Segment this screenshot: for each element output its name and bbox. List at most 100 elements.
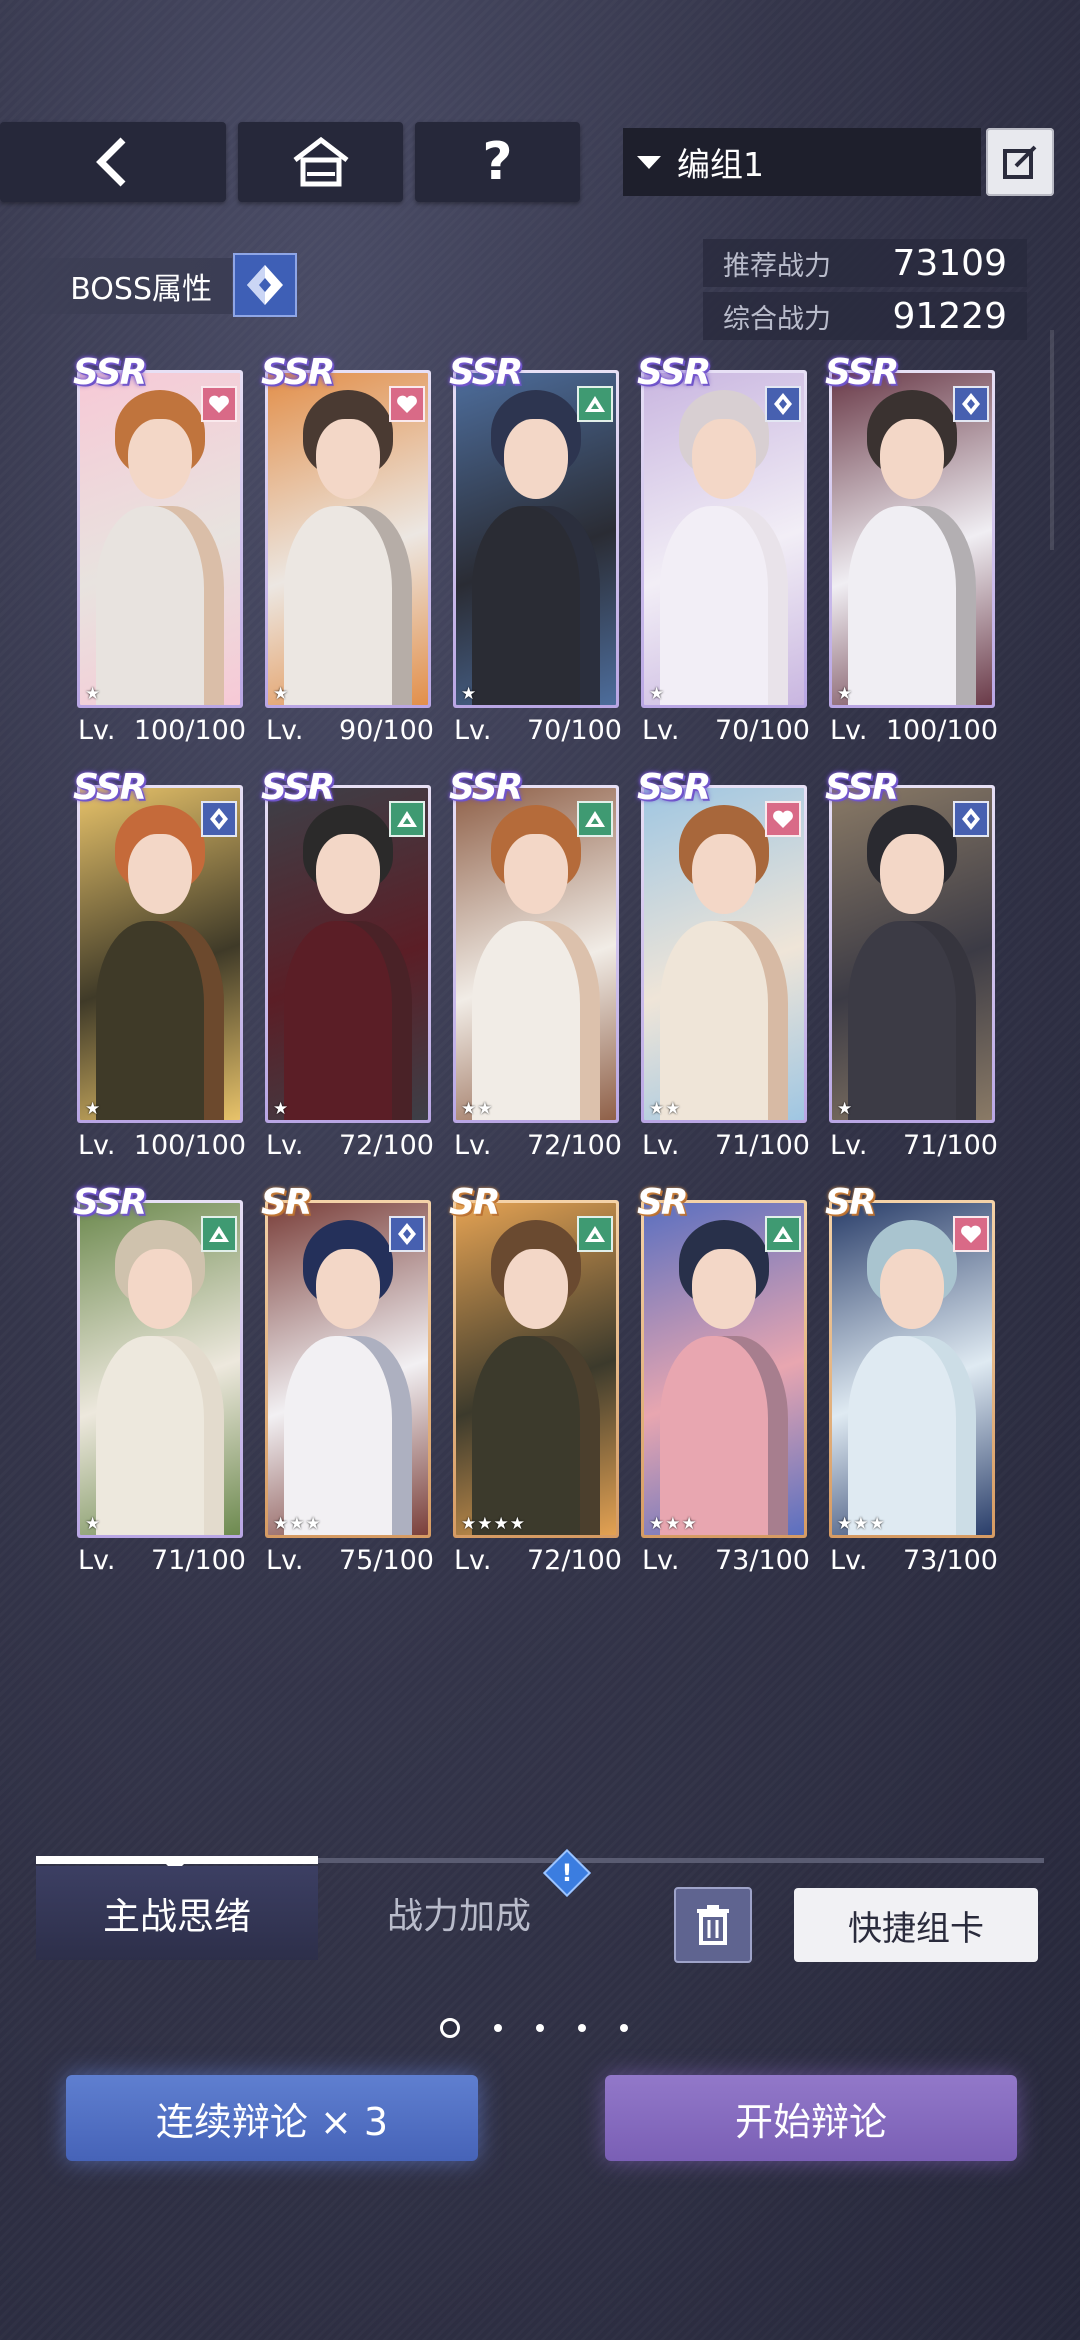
- level-label: Lv.: [454, 1130, 492, 1161]
- page-dot[interactable]: [536, 2024, 544, 2032]
- triangle-attribute-icon: [577, 801, 613, 837]
- tab-power-bonus[interactable]: 战力加成: [346, 1866, 572, 1960]
- card-level: Lv. 72/100: [454, 1545, 622, 1576]
- continuous-debate-button[interactable]: 连续辩论 × 3: [66, 2075, 478, 2161]
- character-portrait: [644, 373, 804, 705]
- star-rating: ★: [273, 1099, 290, 1119]
- page-dot[interactable]: [494, 2024, 502, 2032]
- star-rating: ★★★: [649, 1514, 698, 1534]
- edit-icon: [1003, 145, 1037, 179]
- character-card[interactable]: SSR ★: [825, 767, 995, 1123]
- level-label: Lv.: [266, 1545, 304, 1576]
- character-card[interactable]: SSR ★: [825, 352, 995, 708]
- character-portrait: [832, 1203, 992, 1535]
- tab-main-thoughts-label: 主战思绪: [103, 1895, 251, 1938]
- character-portrait: [80, 788, 240, 1120]
- edit-team-button[interactable]: [986, 128, 1054, 196]
- heart-attribute-icon: [953, 1216, 989, 1252]
- level-value: 70/100: [715, 715, 810, 746]
- rarity-badge: SR: [637, 1182, 689, 1223]
- diamond-attribute-icon: [953, 386, 989, 422]
- team-group-label: 编组1: [677, 145, 764, 184]
- character-card[interactable]: SSR ★: [73, 767, 243, 1123]
- character-card[interactable]: SSR ★★: [637, 767, 807, 1123]
- rarity-badge: SSR: [73, 352, 147, 393]
- character-portrait: [644, 788, 804, 1120]
- level-label: Lv.: [830, 1130, 868, 1161]
- character-card[interactable]: SR ★★★★: [449, 1182, 619, 1538]
- character-portrait: [456, 1203, 616, 1535]
- level-value: 100/100: [885, 715, 998, 746]
- character-portrait: [268, 1203, 428, 1535]
- rarity-badge: SR: [449, 1182, 501, 1223]
- level-value: 90/100: [339, 715, 434, 746]
- level-label: Lv.: [266, 715, 304, 746]
- rarity-badge: SSR: [637, 352, 711, 393]
- rarity-badge: SR: [261, 1182, 313, 1223]
- clear-team-button[interactable]: [674, 1887, 752, 1963]
- heart-attribute-icon: [201, 386, 237, 422]
- triangle-attribute-icon: [389, 801, 425, 837]
- quick-deck-button[interactable]: 快捷组卡: [794, 1888, 1038, 1962]
- character-card[interactable]: SR ★★★: [825, 1182, 995, 1538]
- triangle-attribute-icon: [577, 386, 613, 422]
- page-dot[interactable]: [578, 2024, 586, 2032]
- page-dot[interactable]: [440, 2018, 460, 2038]
- home-button[interactable]: [238, 122, 403, 202]
- rarity-badge: SR: [825, 1182, 877, 1223]
- star-rating: ★★★: [837, 1514, 886, 1534]
- card-level: Lv. 90/100: [266, 715, 434, 746]
- character-card[interactable]: SSR ★: [637, 352, 807, 708]
- tab-main-thoughts[interactable]: 主战思绪: [36, 1866, 318, 1960]
- diamond-attribute-icon: [389, 1216, 425, 1252]
- rarity-badge: SSR: [261, 767, 335, 808]
- level-label: Lv.: [78, 715, 116, 746]
- page-dot[interactable]: [620, 2024, 628, 2032]
- card-level: Lv. 70/100: [642, 715, 810, 746]
- recommended-power-value: 73109: [892, 242, 1007, 284]
- character-portrait: [456, 373, 616, 705]
- recommended-power-label: 推荐战力: [723, 250, 831, 282]
- star-rating: ★: [273, 684, 290, 704]
- home-icon: [292, 136, 349, 187]
- diamond-attribute-icon: [201, 801, 237, 837]
- heart-attribute-icon: [389, 386, 425, 422]
- character-portrait: [644, 1203, 804, 1535]
- alert-badge-text: !: [561, 1859, 573, 1887]
- character-card[interactable]: SSR ★: [261, 352, 431, 708]
- level-value: 71/100: [151, 1545, 246, 1576]
- level-value: 70/100: [527, 715, 622, 746]
- start-debate-button[interactable]: 开始辩论: [605, 2075, 1017, 2161]
- triangle-attribute-icon: [765, 1216, 801, 1252]
- back-button[interactable]: [0, 122, 226, 202]
- character-card[interactable]: SSR ★: [261, 767, 431, 1123]
- level-label: Lv.: [830, 715, 868, 746]
- character-portrait: [80, 1203, 240, 1535]
- rarity-badge: SSR: [261, 352, 335, 393]
- star-rating: ★★★★: [461, 1514, 526, 1534]
- card-level: Lv. 73/100: [830, 1545, 998, 1576]
- rarity-badge: SSR: [637, 767, 711, 808]
- help-button[interactable]: ?: [415, 122, 580, 202]
- star-rating: ★: [85, 684, 102, 704]
- page-indicator: [440, 2018, 628, 2038]
- character-portrait: [832, 788, 992, 1120]
- character-card[interactable]: SSR ★★: [449, 767, 619, 1123]
- level-label: Lv.: [642, 1130, 680, 1161]
- team-group-select[interactable]: 编组1: [623, 128, 981, 196]
- level-value: 73/100: [903, 1545, 998, 1576]
- character-card[interactable]: SR ★★★: [637, 1182, 807, 1538]
- star-rating: ★: [837, 1099, 854, 1119]
- character-portrait: [268, 788, 428, 1120]
- star-rating: ★: [461, 684, 478, 704]
- character-card[interactable]: SR ★★★: [261, 1182, 431, 1538]
- card-level: Lv. 71/100: [78, 1545, 246, 1576]
- rarity-badge: SSR: [825, 767, 899, 808]
- rarity-badge: SSR: [449, 352, 523, 393]
- character-card[interactable]: SSR ★: [73, 352, 243, 708]
- character-card[interactable]: SSR ★: [73, 1182, 243, 1538]
- card-level: Lv. 71/100: [830, 1130, 998, 1161]
- continuous-debate-label: 连续辩论 × 3: [155, 2099, 389, 2144]
- heart-attribute-icon: [765, 801, 801, 837]
- character-card[interactable]: SSR ★: [449, 352, 619, 708]
